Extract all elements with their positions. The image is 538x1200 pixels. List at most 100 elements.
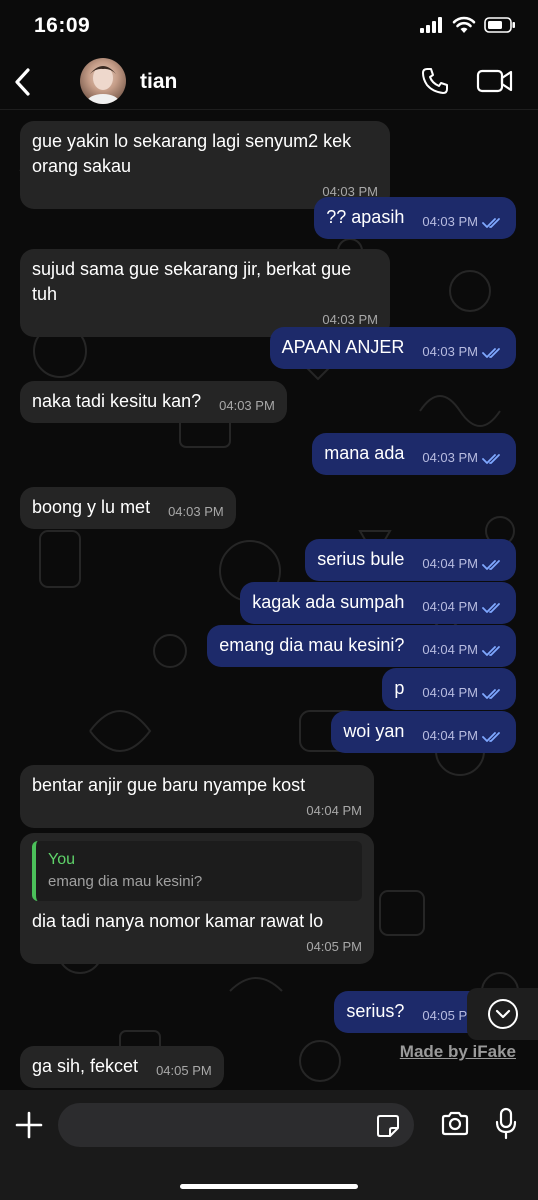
message-time: 04:04 PM [422, 599, 504, 614]
incoming-message[interactable]: boong y lu met 04:03 PM [20, 487, 236, 529]
message-text: bentar anjir gue baru nyampe kost [32, 775, 306, 795]
outgoing-message[interactable]: kagak ada sumpah 04:04 PM [240, 582, 516, 624]
message-time: 04:03 PM [219, 398, 275, 413]
message-timestamp: 04:03 PM [422, 450, 478, 465]
message-timestamp: 04:04 PM [422, 599, 478, 614]
home-indicator [180, 1184, 358, 1189]
message-text: dia tadi nanya nomor kamar rawat lo [32, 911, 324, 931]
incoming-message[interactable]: gue yakin lo sekarang lagi senyum2 kek o… [20, 121, 390, 209]
read-receipt-icon [482, 347, 500, 358]
message-timestamp: 04:04 PM [422, 556, 478, 571]
message-text: emang dia mau kesini? [219, 635, 405, 655]
contact-name[interactable]: tian [140, 70, 177, 94]
read-receipt-icon [482, 731, 500, 742]
message-time: 04:04 PM [422, 556, 504, 571]
message-time: 04:04 PM [422, 685, 504, 700]
avatar[interactable] [80, 58, 126, 104]
chat-header: tian [0, 54, 538, 110]
video-call-button[interactable] [476, 66, 514, 96]
signal-icon [420, 17, 442, 33]
message-time: 04:04 PM [422, 728, 504, 743]
message-timestamp: 04:03 PM [322, 312, 378, 327]
incoming-message[interactable]: ga sih, fekcet 04:05 PM [20, 1046, 224, 1088]
read-receipt-icon [482, 602, 500, 613]
voice-call-button[interactable] [420, 66, 450, 96]
sticker-button[interactable] [376, 1114, 400, 1138]
message-text: sujud sama gue sekarang jir, berkat gue … [32, 259, 352, 304]
read-receipt-icon [482, 559, 500, 570]
read-receipt-icon [482, 645, 500, 656]
message-text: kagak ada sumpah [252, 592, 405, 612]
message-timestamp: 04:05 PM [156, 1063, 212, 1078]
message-text: naka tadi kesitu kan? [32, 391, 202, 411]
sticker-icon [377, 1115, 399, 1137]
message-time: 04:03 PM [422, 214, 504, 229]
avatar-photo [87, 66, 119, 104]
composer-bar [0, 1090, 538, 1200]
message-text: serius? [346, 1001, 405, 1021]
battery-icon [484, 17, 515, 33]
attach-button[interactable] [14, 1110, 44, 1140]
message-timestamp: 04:03 PM [422, 214, 478, 229]
message-text: p [394, 678, 405, 698]
chevron-down-circle-icon [487, 999, 518, 1029]
wifi-icon [452, 16, 476, 33]
message-time: 04:05 PM [156, 1063, 212, 1078]
video-camera-icon [476, 69, 513, 93]
outgoing-message[interactable]: ?? apasih 04:03 PM [314, 197, 516, 239]
message-timestamp: 04:04 PM [306, 803, 362, 818]
quoted-reply[interactable]: You emang dia mau kesini? [32, 841, 362, 901]
message-time: 04:03 PM [168, 504, 224, 519]
back-button[interactable] [8, 64, 36, 100]
message-timestamp: 04:04 PM [422, 642, 478, 657]
message-time: 04:03 PM [422, 344, 504, 359]
camera-button[interactable] [440, 1109, 470, 1139]
outgoing-message[interactable]: p 04:04 PM [382, 668, 516, 710]
incoming-message[interactable]: You emang dia mau kesini? dia tadi nanya n… [20, 833, 374, 964]
message-text: woi yan [343, 721, 405, 741]
quoted-reply-text: emang dia mau kesini? [48, 873, 203, 890]
read-receipt-icon [482, 688, 500, 699]
message-timestamp: 04:03 PM [168, 504, 224, 519]
scroll-to-bottom-button[interactable] [467, 988, 538, 1040]
message-time: 04:04 PM [306, 803, 362, 818]
message-text: mana ada [324, 443, 405, 463]
message-text: APAAN ANJER [281, 337, 405, 357]
microphone-icon [495, 1107, 517, 1140]
message-text: serius bule [317, 549, 405, 569]
message-text: gue yakin lo sekarang lagi senyum2 kek o… [32, 131, 352, 176]
outgoing-message[interactable]: serius bule 04:04 PM [305, 539, 516, 581]
read-receipt-icon [482, 217, 500, 228]
status-icons [420, 16, 516, 34]
quoted-reply-author: You [48, 851, 75, 868]
outgoing-message[interactable]: APAAN ANJER 04:03 PM [269, 327, 516, 369]
read-receipt-icon [482, 453, 500, 464]
chat-area[interactable]: gue yakin lo sekarang lagi senyum2 kek o… [0, 111, 538, 1090]
message-timestamp: 04:05 PM [306, 939, 362, 954]
plus-icon [15, 1111, 43, 1139]
message-time: 04:05 PM [306, 939, 362, 954]
message-timestamp: 04:04 PM [422, 685, 478, 700]
message-timestamp: 04:04 PM [422, 728, 478, 743]
camera-icon [441, 1111, 469, 1136]
phone-icon [422, 68, 448, 94]
message-text: boong y lu met [32, 497, 151, 517]
message-time: 04:03 PM [322, 312, 378, 327]
message-time: 04:03 PM [422, 450, 504, 465]
message-timestamp: 04:03 PM [422, 344, 478, 359]
status-time: 16:09 [34, 14, 91, 37]
outgoing-message[interactable]: emang dia mau kesini? 04:04 PM [207, 625, 516, 667]
message-time: 04:04 PM [422, 642, 504, 657]
incoming-message[interactable]: bentar anjir gue baru nyampe kost 04:04 P… [20, 765, 374, 828]
message-input[interactable] [58, 1103, 414, 1147]
outgoing-message[interactable]: woi yan 04:04 PM [331, 711, 516, 753]
status-bar: 16:09 [0, 0, 538, 54]
microphone-button[interactable] [494, 1107, 518, 1141]
message-text: ?? apasih [326, 207, 405, 227]
incoming-message[interactable]: naka tadi kesitu kan? 04:03 PM [20, 381, 287, 423]
outgoing-message[interactable]: mana ada 04:03 PM [312, 433, 516, 475]
message-timestamp: 04:03 PM [219, 398, 275, 413]
watermark: Made by iFake [399, 1042, 516, 1061]
chevron-left-icon [15, 68, 30, 96]
incoming-message[interactable]: sujud sama gue sekarang jir, berkat gue … [20, 249, 390, 337]
